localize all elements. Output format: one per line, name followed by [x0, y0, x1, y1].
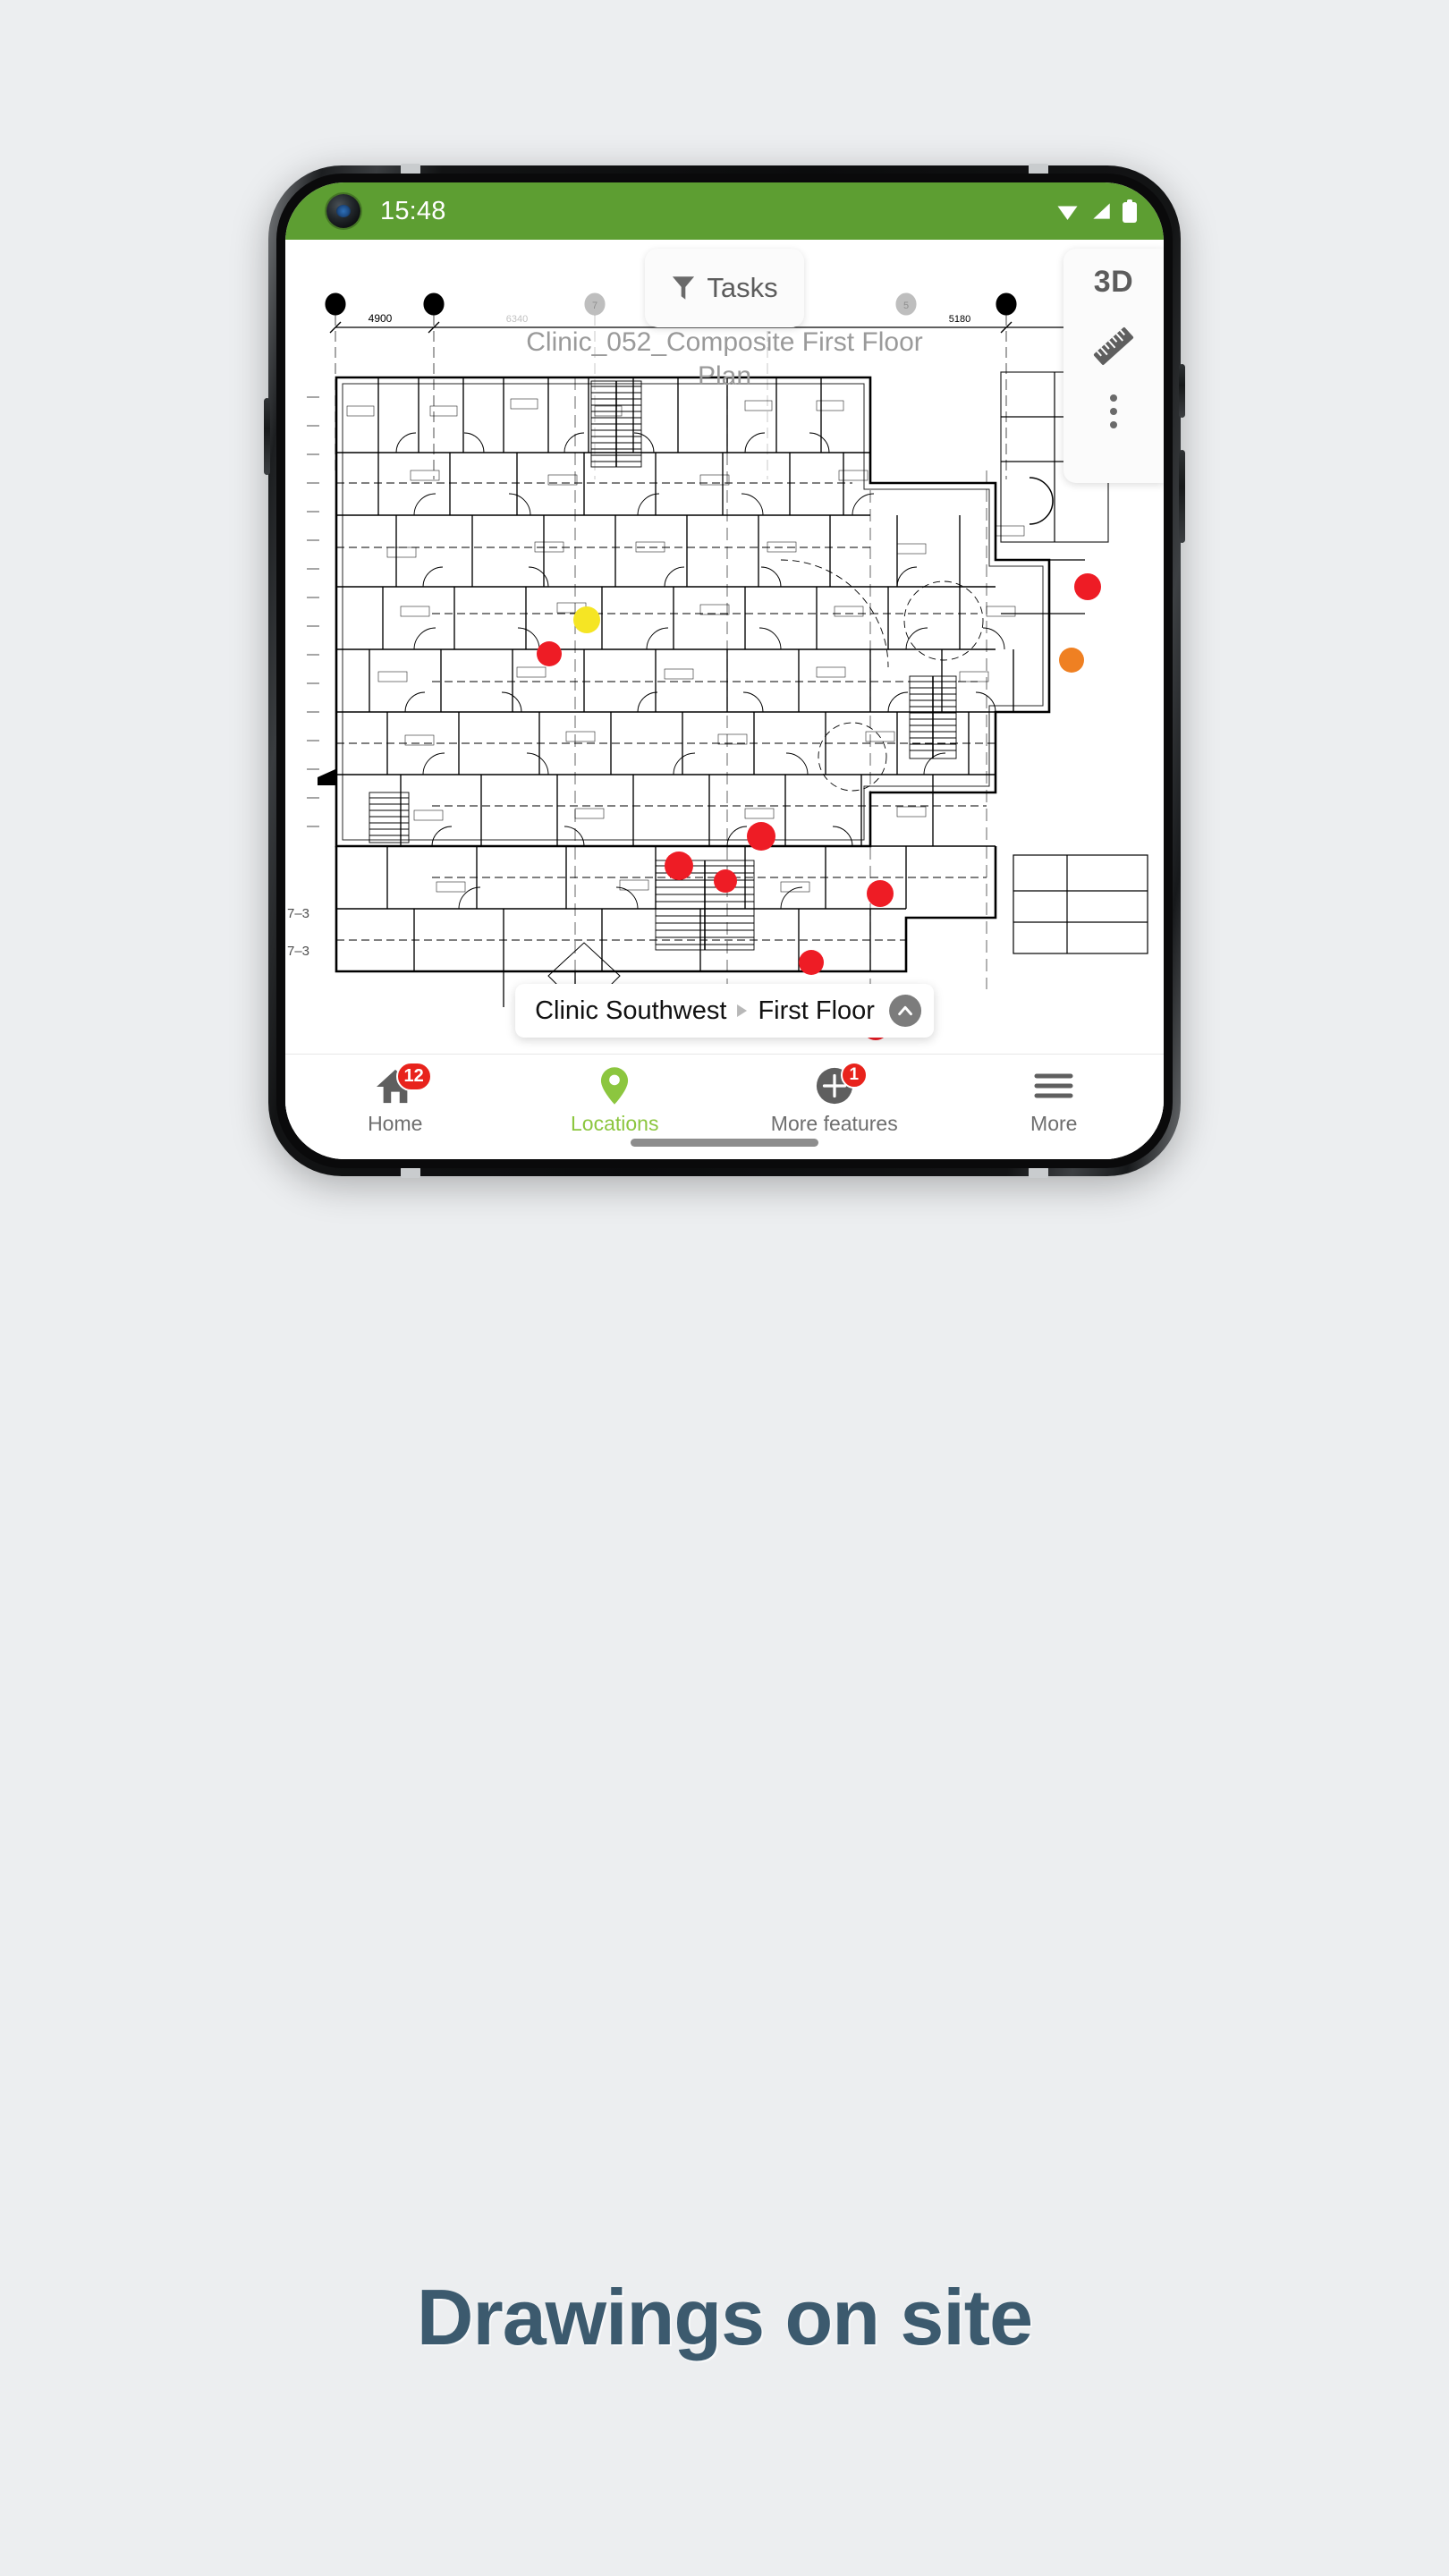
three-d-toggle-button[interactable]: 3D [1094, 265, 1133, 300]
svg-text:7–3: 7–3 [287, 906, 309, 921]
status-bar: 15:48 [285, 182, 1164, 240]
breadcrumb-level[interactable]: First Floor [758, 996, 875, 1026]
plus-circle-icon: 1 [810, 1062, 868, 1106]
home-badge: 12 [395, 1062, 432, 1091]
task-marker[interactable] [537, 641, 562, 666]
breadcrumb-site[interactable]: Clinic Southwest [535, 996, 726, 1026]
svg-text:5: 5 [903, 301, 909, 311]
front-camera [326, 194, 360, 228]
assistant-button[interactable] [1179, 450, 1185, 543]
task-marker[interactable] [1059, 648, 1084, 673]
svg-text:7–3: 7–3 [287, 944, 309, 959]
breadcrumb[interactable]: Clinic Southwest First Floor [515, 984, 934, 1038]
task-marker[interactable] [1074, 573, 1101, 600]
nav-item-home[interactable]: 12 Home [285, 1062, 505, 1136]
svg-text:7: 7 [592, 301, 597, 311]
status-clock: 15:48 [380, 196, 446, 225]
task-marker[interactable] [573, 606, 600, 633]
caret-right-icon [737, 1004, 748, 1017]
task-marker[interactable] [799, 950, 824, 975]
nav-item-more-features[interactable]: 1 More features [724, 1062, 945, 1136]
svg-text:4900: 4900 [369, 312, 393, 325]
antenna-line [1029, 1167, 1048, 1178]
floorplan-drawing: 9 8 7 6 5 4 [287, 292, 1148, 1007]
drawing-tools-panel: 3D [1063, 249, 1164, 483]
tasks-filter-button[interactable]: Tasks [645, 249, 804, 327]
hamburger-icon [1030, 1065, 1078, 1106]
nav-label-locations: Locations [571, 1112, 659, 1135]
task-marker[interactable] [747, 822, 775, 851]
signal-icon [1093, 203, 1110, 219]
phone-screen: 15:48 9 8 7 5 4 4900 6340 5180 7–3 7–3 C… [285, 182, 1164, 1159]
task-marker[interactable] [867, 880, 894, 907]
nav-label-more: More [1030, 1112, 1078, 1135]
nav-item-locations[interactable]: Locations [505, 1065, 725, 1136]
nav-label-more-features: More features [770, 1112, 898, 1135]
svg-text:8: 8 [431, 301, 436, 311]
nav-item-more[interactable]: More [945, 1065, 1165, 1136]
gesture-home-bar[interactable] [631, 1139, 818, 1147]
ruler-icon[interactable] [1089, 321, 1139, 371]
page-root: 15:48 9 8 7 5 4 4900 6340 5180 7–3 7–3 C… [0, 0, 1449, 2576]
power-button[interactable] [1179, 364, 1185, 418]
battery-icon [1123, 199, 1137, 223]
more-vertical-icon[interactable] [1110, 394, 1117, 428]
svg-text:5180: 5180 [949, 314, 970, 325]
tasks-label: Tasks [707, 272, 778, 303]
filter-funnel-icon [673, 276, 695, 300]
status-icon-group [1055, 199, 1137, 223]
chevron-up-icon[interactable] [888, 995, 921, 1027]
svg-text:9: 9 [333, 301, 338, 311]
map-pin-icon [590, 1065, 639, 1106]
volume-button[interactable] [264, 398, 270, 475]
phone-mockup: 15:48 9 8 7 5 4 4900 6340 5180 7–3 7–3 C… [264, 164, 1185, 1178]
wifi-icon [1057, 206, 1078, 220]
app-content: 9 8 7 6 5 4 [285, 240, 1164, 1159]
page-caption: Drawings on site [416, 2273, 1033, 2361]
svg-text:6340: 6340 [506, 314, 528, 325]
more-features-badge: 1 [840, 1062, 868, 1089]
svg-text:4: 4 [1004, 301, 1009, 311]
home-icon: 12 [371, 1062, 432, 1106]
task-marker[interactable] [665, 852, 693, 880]
floorplan-canvas[interactable]: 9 8 7 6 5 4 [285, 240, 1164, 1054]
antenna-line [401, 1167, 420, 1178]
task-marker[interactable] [714, 869, 737, 893]
nav-label-home: Home [368, 1112, 423, 1135]
